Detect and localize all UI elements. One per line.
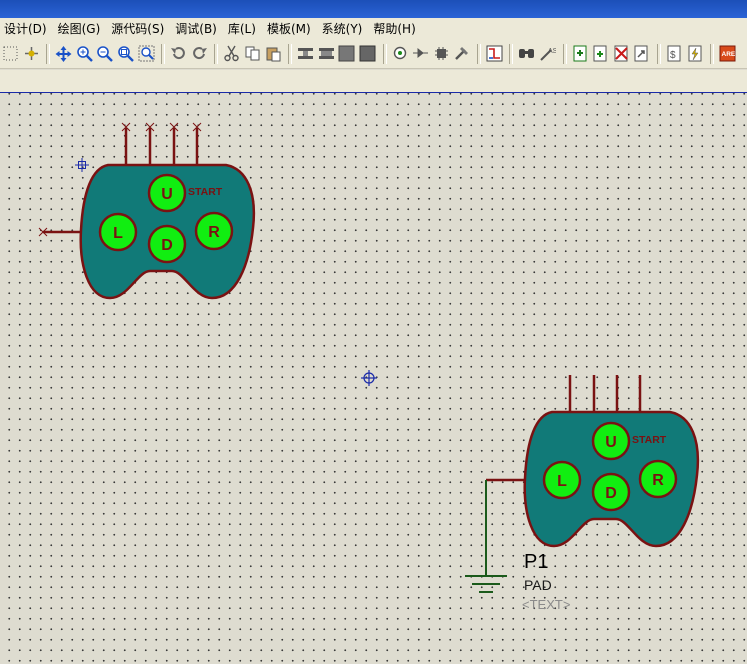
start-label: START: [188, 186, 223, 198]
component-reference: P1: [524, 551, 548, 573]
crosshair-marker-icon: [75, 158, 89, 172]
schematic-drawing: U L D R START U L D R START P1 PAD <TEXT…: [38, 122, 700, 612]
button-down-label: D: [605, 485, 617, 502]
gamepad-component-1[interactable]: U L D R START: [38, 122, 256, 300]
crosshair-cursor-icon: [361, 370, 377, 386]
ground-symbol-icon: [465, 575, 507, 593]
button-up-label: U: [161, 186, 173, 203]
gamepad-component-p1[interactable]: U L D R START P1 PAD <TEXT>: [465, 375, 700, 612]
button-right-label: R: [652, 472, 664, 489]
start-label: START: [632, 434, 667, 446]
button-down-label: D: [161, 237, 173, 254]
component-value: PAD: [524, 577, 552, 593]
button-up-label: U: [605, 434, 617, 451]
component-text-placeholder: <TEXT>: [522, 597, 570, 612]
button-left-label: L: [113, 225, 123, 242]
button-left-label: L: [557, 473, 567, 490]
button-right-label: R: [208, 224, 220, 241]
